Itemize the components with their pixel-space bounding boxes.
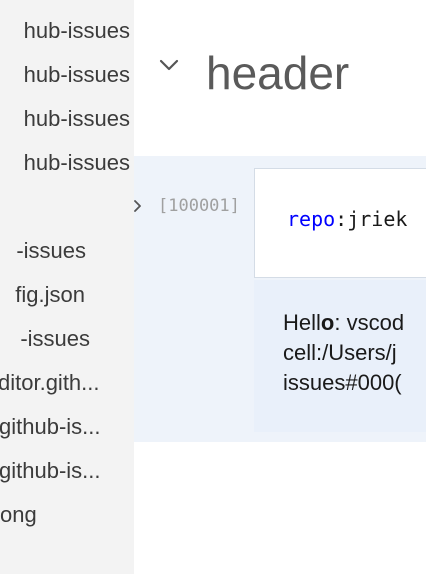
code-cell[interactable]: [100001] repo:jriek Hello: vscod cell:/U… — [134, 156, 426, 442]
sidebar-item-label: hub-issues — [23, 62, 130, 87]
sidebar-item-label: hub-issues — [23, 150, 130, 175]
execution-count: [100001] — [158, 196, 240, 216]
sidebar-item-file[interactable]: -issues — [16, 229, 86, 273]
code-line: repo:jriek — [287, 207, 407, 231]
sidebar-item-label: github-is... — [0, 414, 101, 439]
sidebar-item-file[interactable]: fig.json — [15, 273, 85, 317]
chevron-right-icon[interactable] — [134, 200, 144, 212]
sidebar-item-file[interactable]: hub-issues — [24, 53, 130, 97]
sidebar-item-file[interactable]: ditor.gith... — [0, 361, 100, 405]
sidebar-item-file[interactable]: ong — [0, 493, 37, 537]
output-text: Hello: vscod cell:/Users/j issues#000( — [283, 308, 404, 398]
sidebar-item-file[interactable]: github-is... — [0, 449, 101, 493]
output-line: issues#000( — [283, 370, 402, 395]
app-window: hub-issues hub-issues hub-issues hub-iss… — [0, 0, 426, 574]
sidebar-item-file[interactable]: hub-issues — [24, 9, 130, 53]
sidebar-item-label: hub-issues — [23, 106, 130, 131]
markdown-header: header — [206, 47, 350, 99]
sidebar-item-label: fig.json — [15, 282, 85, 307]
sidebar-item-label: -issues — [20, 326, 90, 351]
output-line: cell:/Users/j — [283, 340, 397, 365]
output-text-segment: Hell — [283, 310, 321, 335]
code-editor[interactable]: repo:jriek — [254, 168, 426, 278]
chevron-down-icon[interactable] — [158, 54, 180, 76]
sidebar-item-file[interactable]: hub-issues — [24, 97, 130, 141]
sidebar-item-label: -issues — [16, 238, 86, 263]
notebook-editor: header [100001] repo:jriek Hello: vscod … — [134, 0, 426, 574]
explorer-sidebar: hub-issues hub-issues hub-issues hub-iss… — [0, 0, 134, 574]
code-separator: : — [335, 207, 348, 231]
sidebar-item-file[interactable]: hub-issues — [24, 141, 130, 185]
sidebar-item-label: ditor.gith... — [0, 370, 100, 395]
output-line: Hello: vscod — [283, 308, 404, 338]
sidebar-item-label: ong — [0, 502, 37, 527]
sidebar-item-file[interactable]: -issues — [20, 317, 90, 361]
output-bold-segment: o — [320, 310, 335, 335]
sidebar-item-label: hub-issues — [23, 18, 130, 43]
output-text-segment: : vscod — [334, 310, 405, 335]
code-value: jriek — [347, 207, 408, 231]
cell-output: Hello: vscod cell:/Users/j issues#000( — [254, 280, 426, 432]
code-keyword: repo — [287, 207, 336, 231]
sidebar-item-label: github-is... — [0, 458, 101, 483]
sidebar-item-file[interactable]: github-is... — [0, 405, 101, 449]
